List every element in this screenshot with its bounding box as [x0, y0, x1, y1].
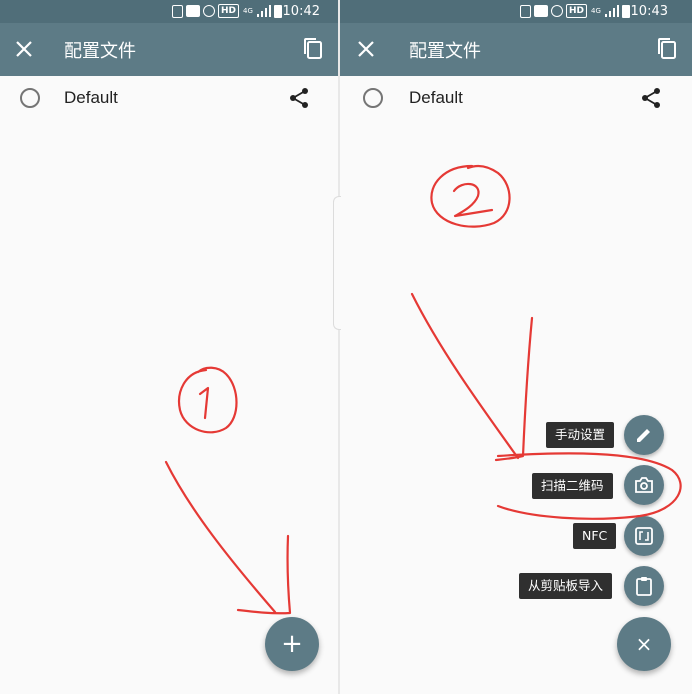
nfc-icon: [635, 527, 653, 545]
battery-icon: [622, 4, 630, 18]
app-bar: 配置文件: [0, 23, 338, 76]
nfc-button[interactable]: [624, 516, 664, 556]
hd-badge: HD: [217, 4, 239, 18]
manual-setup-button[interactable]: [624, 415, 664, 455]
message-icon: [185, 5, 200, 17]
message-icon: [533, 5, 548, 17]
close-icon[interactable]: [12, 37, 36, 61]
battery-icon: [274, 4, 282, 18]
status-bar: HD 4G 10:42: [0, 0, 338, 23]
close-icon[interactable]: [354, 37, 378, 61]
alarm-icon: [550, 5, 563, 17]
status-bar: HD 4G 10:43: [340, 0, 692, 23]
security-icon: [519, 4, 531, 18]
profile-row[interactable]: Default: [0, 76, 338, 122]
menu-label-nfc[interactable]: NFC: [573, 523, 617, 549]
peek-card-edge: [333, 196, 341, 330]
page-title: 配置文件: [64, 41, 136, 62]
pencil-icon: [637, 429, 650, 442]
status-time: 10:43: [630, 4, 668, 19]
left-screen: HD 4G 10:42 配置文件 Default +: [0, 0, 338, 694]
clipboard-icon: [636, 577, 652, 596]
alarm-icon: [202, 5, 215, 17]
close-menu-fab[interactable]: ×: [617, 617, 671, 671]
menu-label-clipboard[interactable]: 从剪贴板导入: [519, 573, 613, 599]
copy-icon[interactable]: [302, 37, 324, 61]
scan-qr-button[interactable]: [624, 465, 664, 505]
app-bar: 配置文件: [340, 23, 692, 76]
network-type-icon: 4G: [243, 6, 253, 15]
network-type-icon: 4G: [591, 6, 601, 15]
status-time: 10:42: [282, 4, 320, 19]
profile-name: Default: [409, 88, 463, 107]
right-gutter: [692, 0, 700, 694]
clipboard-import-button[interactable]: [624, 566, 664, 606]
profile-radio[interactable]: [20, 88, 40, 108]
hd-badge: HD: [565, 4, 587, 18]
menu-label-scan-qr[interactable]: 扫描二维码: [532, 473, 613, 499]
signal-icon: [605, 5, 619, 17]
signal-icon: [257, 5, 271, 17]
copy-icon[interactable]: [656, 37, 678, 61]
menu-label-manual[interactable]: 手动设置: [546, 422, 615, 448]
profile-name: Default: [64, 88, 118, 107]
profile-row[interactable]: Default: [340, 76, 692, 122]
security-icon: [171, 4, 183, 18]
page-title: 配置文件: [409, 41, 481, 62]
camera-icon: [635, 477, 653, 493]
share-icon[interactable]: [640, 87, 662, 109]
add-profile-fab[interactable]: +: [265, 617, 319, 671]
right-screen: HD 4G 10:43 配置文件 Default 手动设置 扫描二维码 NFC …: [340, 0, 692, 694]
profile-radio[interactable]: [363, 88, 383, 108]
share-icon[interactable]: [288, 87, 310, 109]
